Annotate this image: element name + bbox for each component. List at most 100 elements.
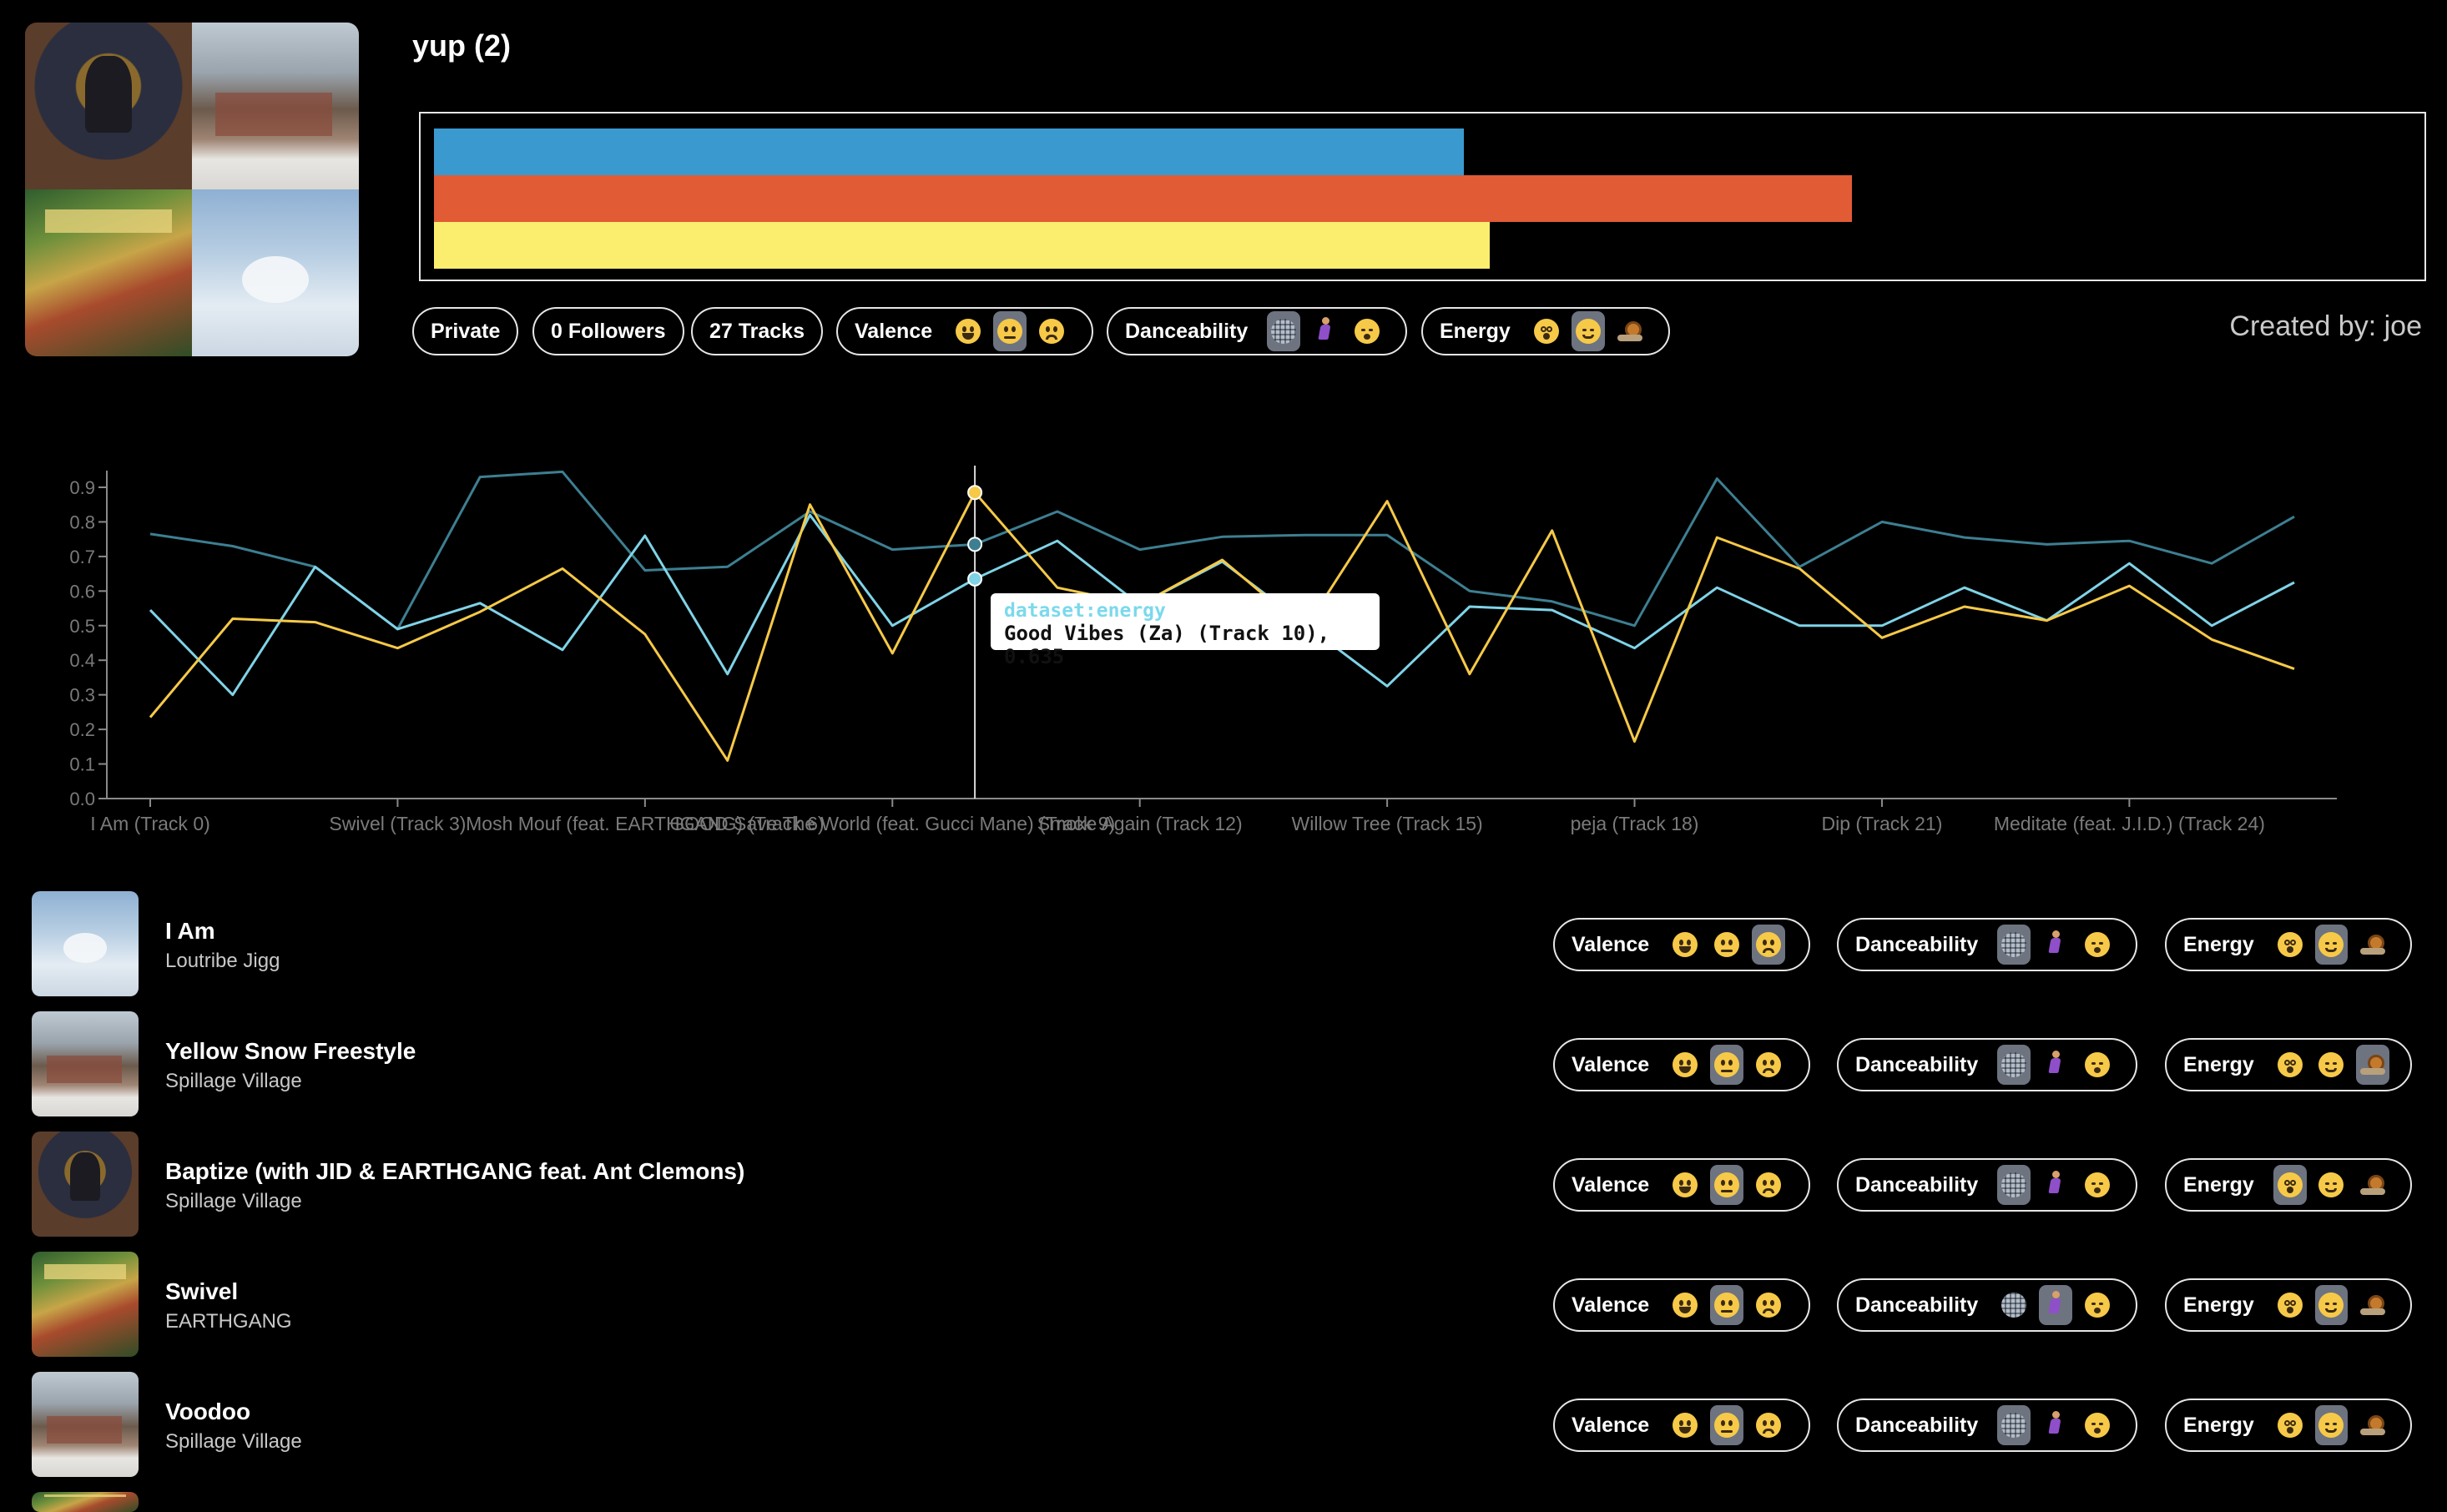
energy-option-button[interactable]: [2356, 1045, 2390, 1085]
energy-option-button[interactable]: [2356, 1405, 2389, 1445]
danceability-option-button[interactable]: [2081, 1405, 2114, 1445]
energy-option-button[interactable]: [2273, 1045, 2307, 1085]
danceability-option-button[interactable]: [1997, 1285, 2031, 1325]
danceability-label: Danceability: [1855, 1172, 1979, 1197]
valence-option-button[interactable]: [1668, 1405, 1702, 1445]
danceability-option-button[interactable]: [1997, 1405, 2031, 1445]
valence-option-button[interactable]: [1752, 1405, 1785, 1445]
x-tick-label: peja (Track 18): [1571, 813, 1699, 834]
grin-face-icon: [1673, 1052, 1698, 1077]
danceability-option-button[interactable]: [1997, 1045, 2031, 1085]
y-tick-label: 0.3: [69, 685, 95, 706]
privacy-badge: Private: [412, 307, 519, 355]
energy-option-button[interactable]: [2314, 1405, 2349, 1445]
track-title: Voodoo: [165, 1399, 251, 1424]
sleeping-face-icon: [2085, 1052, 2111, 1077]
energy-option-button[interactable]: [2315, 1165, 2349, 1205]
energy-option-button[interactable]: [2356, 925, 2389, 965]
dizzy-face-icon: [2277, 932, 2303, 957]
danceability-option-button[interactable]: [2039, 1405, 2072, 1445]
valence-option-button[interactable]: [1752, 1285, 1785, 1325]
track-row[interactable]: Baptize (with JID & EARTHGANG feat. Ant …: [0, 1131, 2447, 1237]
valence-option-button[interactable]: [1752, 925, 1786, 965]
valence-option-button[interactable]: [1710, 1045, 1744, 1085]
track-row[interactable]: Swivel EARTHGANG Valence Danceability Energy: [0, 1252, 2447, 1358]
energy-option-button[interactable]: [2273, 1405, 2307, 1445]
album-art: [192, 23, 359, 189]
playlist-cover-mosaic[interactable]: [25, 23, 359, 356]
energy-option-button[interactable]: [2314, 1285, 2349, 1325]
energy-label: Energy: [2183, 1052, 2254, 1076]
valence-option-button[interactable]: [993, 311, 1027, 351]
danceability-option-button[interactable]: [1997, 1165, 2031, 1205]
valence-label: Valence: [1572, 932, 1650, 956]
grin-face-icon: [1673, 932, 1698, 957]
valence-option-button[interactable]: [1710, 1285, 1744, 1325]
neutral-face-icon: [1714, 1052, 1740, 1077]
energy-option-button[interactable]: [2273, 925, 2307, 965]
dancer-icon: [2044, 930, 2067, 959]
tooltip-title: dataset:energy: [1004, 600, 1166, 622]
valence-option-button[interactable]: [1710, 1165, 1744, 1205]
relieved-face-icon: [1575, 319, 1601, 344]
valence-selector: Valence: [836, 307, 1093, 355]
feature-bar-chart: [419, 112, 2426, 281]
danceability-option-button[interactable]: [1267, 311, 1301, 351]
energy-option-button[interactable]: [1530, 311, 1563, 351]
track-row[interactable]: Yellow Snow Freestyle Spillage Village Val…: [0, 1011, 2447, 1117]
track-row[interactable]: Voodoo Spillage Village Valence Danceabilit…: [0, 1372, 2447, 1478]
disco-ball-icon: [1271, 319, 1297, 344]
track-thumbnail: [32, 1492, 139, 1512]
valence-selector: Valence: [1553, 1278, 1810, 1332]
sad-face-icon: [1756, 932, 1782, 957]
valence-option-button[interactable]: [1668, 1285, 1702, 1325]
relieved-face-icon: [2318, 1293, 2344, 1318]
valence-option-button[interactable]: [1752, 1045, 1785, 1085]
valence-option-button[interactable]: [951, 311, 985, 351]
followers-badge: 0 Followers: [532, 307, 684, 355]
x-tick-label: Smoke Again (Track 12): [1037, 813, 1243, 834]
sad-face-icon: [1756, 1052, 1782, 1077]
energy-option-button[interactable]: [2273, 1285, 2307, 1325]
energy-option-button[interactable]: [2356, 1285, 2389, 1325]
y-tick-label: 0.9: [69, 477, 95, 498]
danceability-option-button[interactable]: [2081, 1165, 2114, 1205]
valence-option-button[interactable]: [1668, 1045, 1702, 1085]
danceability-option-button[interactable]: [1350, 311, 1384, 351]
disco-ball-icon: [2001, 1052, 2027, 1077]
valence-option-button[interactable]: [1710, 1405, 1744, 1445]
danceability-option-button[interactable]: [2081, 1285, 2114, 1325]
danceability-option-button[interactable]: [2081, 925, 2114, 965]
grin-face-icon: [1673, 1293, 1698, 1318]
danceability-option-button[interactable]: [2039, 925, 2072, 965]
energy-option-button[interactable]: [1613, 311, 1647, 351]
y-tick-label: 0.1: [69, 754, 95, 775]
tooltip-body: Good Vibes (Za) (Track 10), 0.635: [1004, 622, 1330, 668]
energy-option-button[interactable]: [2315, 1045, 2349, 1085]
energy-option-button[interactable]: [2356, 1165, 2389, 1205]
disco-ball-icon: [2001, 1293, 2027, 1318]
valence-option-button[interactable]: [1035, 311, 1068, 351]
valence-option-button[interactable]: [1668, 925, 1702, 965]
danceability-option-button[interactable]: [2081, 1045, 2114, 1085]
snail-icon: [2359, 1293, 2386, 1317]
danceability-option-button[interactable]: [2039, 1165, 2072, 1205]
x-tick-label: Willow Tree (Track 15): [1292, 813, 1483, 834]
energy-option-button[interactable]: [2314, 925, 2349, 965]
y-tick-label: 0.5: [69, 616, 95, 637]
danceability-option-button[interactable]: [2039, 1285, 2073, 1325]
valence-option-button[interactable]: [1668, 1165, 1702, 1205]
valence-option-button[interactable]: [1710, 925, 1743, 965]
track-title: I Am: [165, 918, 215, 944]
valence-selector: Valence: [1553, 1038, 1810, 1091]
valence-option-button[interactable]: [1752, 1165, 1785, 1205]
energy-option-button[interactable]: [1571, 311, 1605, 351]
energy-option-button[interactable]: [2273, 1165, 2307, 1205]
danceability-option-button[interactable]: [1997, 925, 2031, 965]
danceability-option-button[interactable]: [1309, 311, 1342, 351]
energy-selector: Energy: [2165, 918, 2412, 971]
privacy-label: Private: [431, 319, 501, 343]
danceability-option-button[interactable]: [2039, 1045, 2072, 1085]
track-row[interactable]: I Am Loutribe Jigg Valence Danceability Ener…: [0, 891, 2447, 997]
sleeping-face-icon: [1355, 319, 1380, 344]
